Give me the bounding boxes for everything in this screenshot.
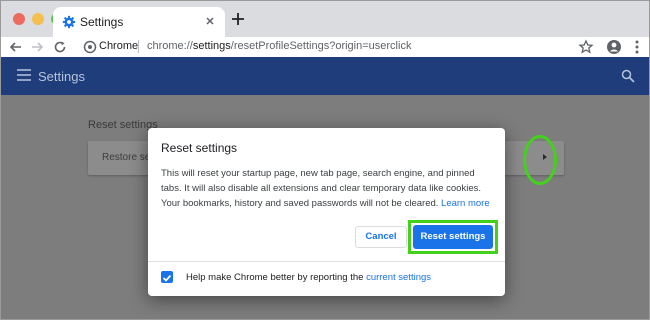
address-bar[interactable]: chrome://settings/resetProfileSettings?o… (147, 40, 411, 52)
tab-strip: Settings (1, 1, 649, 37)
search-icon[interactable] (621, 69, 635, 83)
dialog-title: Reset settings (161, 141, 238, 155)
close-icon[interactable] (203, 14, 217, 28)
forward-arrow-icon[interactable] (29, 39, 45, 55)
tab-settings[interactable]: Settings (53, 7, 225, 37)
star-icon[interactable] (578, 39, 594, 55)
tab-title: Settings (80, 15, 124, 29)
back-arrow-icon[interactable] (8, 39, 24, 55)
section-title: Reset settings (88, 119, 158, 131)
site-label: Chrome (99, 40, 139, 52)
dialog-body: This will reset your startup page, new t… (161, 166, 495, 211)
restore-settings-label: Restore se (102, 152, 151, 163)
browser-window: Settings Chrome chrome://settings/resetP… (0, 0, 650, 320)
plus-icon[interactable] (230, 11, 246, 27)
kebab-menu-icon[interactable] (629, 39, 645, 55)
browser-toolbar: Chrome chrome://settings/resetProfileSet… (1, 37, 649, 57)
report-settings-checkbox[interactable] (161, 271, 173, 283)
report-settings-text: Help make Chrome better by reporting the (186, 272, 364, 283)
minimize-window-button[interactable] (32, 13, 44, 25)
settings-title: Settings (38, 69, 85, 84)
url-host: settings (192, 40, 231, 52)
learn-more-link[interactable]: Learn more (441, 198, 490, 209)
reset-settings-dialog: Reset settings This will reset your star… (148, 128, 505, 296)
current-settings-link[interactable]: current settings (366, 272, 431, 283)
reset-settings-button[interactable]: Reset settings (413, 225, 493, 249)
info-icon[interactable] (83, 40, 97, 54)
omnibox-divider (138, 40, 139, 53)
hamburger-menu-icon[interactable] (17, 69, 31, 81)
settings-header: Settings (1, 57, 649, 95)
url-scheme: chrome:// (147, 40, 193, 52)
dialog-body-text: This will reset your startup page, new t… (161, 168, 481, 209)
account-icon[interactable] (606, 39, 622, 55)
dialog-divider (148, 261, 505, 262)
checkmark-icon (162, 274, 172, 282)
report-settings-label: Help make Chrome better by reporting the… (186, 272, 431, 283)
reload-icon[interactable] (52, 39, 68, 55)
url-path: /resetProfileSettings?origin=userclick (230, 40, 412, 52)
gear-icon (62, 15, 76, 29)
highlight-circle (523, 135, 557, 185)
close-window-button[interactable] (13, 13, 25, 25)
cancel-button[interactable]: Cancel (355, 226, 407, 248)
